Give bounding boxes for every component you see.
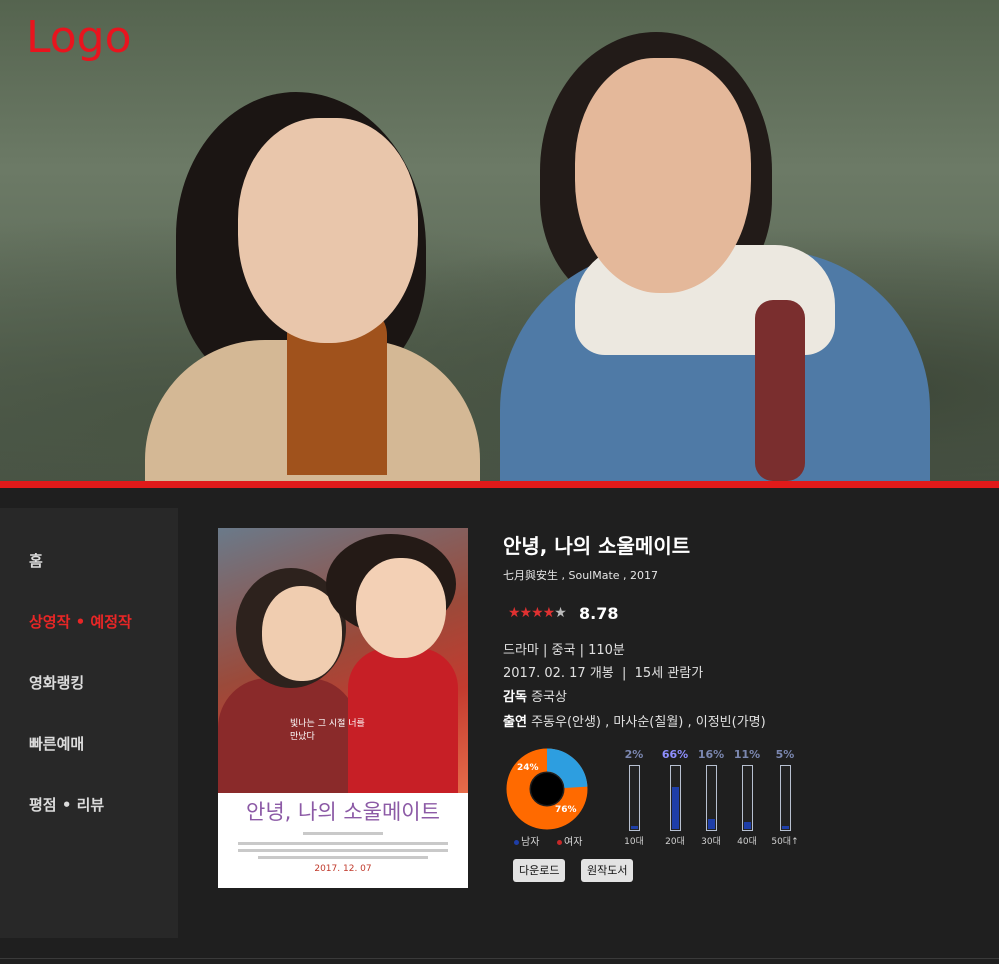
poster-photo-face-right (356, 558, 446, 658)
age-bar-column: 11% 40대 (732, 748, 762, 847)
poster-title: 안녕, 나의 소울메이트 (246, 800, 440, 824)
accent-divider (0, 481, 999, 488)
age-bar-track (780, 765, 791, 831)
movie-director-line: 감독 증국상 (503, 686, 567, 705)
legend-dot-male (514, 839, 519, 845)
star-rating: ★★★★★ (508, 605, 567, 621)
donut-label-male: 24% (517, 763, 539, 773)
age-bar-column: 2% 10대 (619, 748, 649, 847)
sidebar-item-reviews[interactable]: 평점 • 리뷰 (29, 794, 104, 815)
poster-date: 2017. 12. 07 (314, 864, 372, 874)
director-label: 감독 (503, 690, 527, 705)
age-bar-label: 40대 (737, 837, 757, 847)
legend-male: 남자 (514, 833, 539, 848)
cast-names: 주동우(안생) , 마사순(칠월) , 이정빈(가명) (531, 715, 766, 730)
poster-credits-line (238, 842, 448, 845)
age-bar-track (670, 765, 681, 831)
movie-title: 안녕, 나의 소울메이트 (503, 534, 691, 558)
age-bar-column: 16% 30대 (696, 748, 726, 847)
age-bar-percent: 11% (733, 748, 761, 761)
logo[interactable]: Logo (26, 12, 132, 63)
rating-score: 8.78 (579, 604, 619, 623)
age-bar-label: 50대↑ (771, 837, 799, 847)
age-bar-fill (782, 826, 789, 829)
movie-cast-line: 출연 주동우(안생) , 마사순(칠월) , 이정빈(가명) (503, 711, 766, 730)
cast-label: 출연 (503, 715, 527, 730)
age-bar-column: 5% 50대↑ (770, 748, 800, 847)
age-bar-track (742, 765, 753, 831)
age-bar-track (629, 765, 640, 831)
donut-label-female: 76% (555, 805, 577, 815)
star-icons: ★★★★ (508, 605, 555, 621)
legend-male-label: 남자 (521, 837, 540, 848)
movie-original-titles: 七月與安生 , SoulMate , 2017 (503, 569, 659, 582)
sidebar: 홈 상영작 • 예정작 영화랭킹 빠른예매 평점 • 리뷰 (0, 508, 178, 938)
legend-female-label: 여자 (564, 837, 583, 848)
age-bar-track (706, 765, 717, 831)
donut-hole (531, 773, 563, 805)
age-bar-percent: 16% (697, 748, 725, 761)
footer-divider (0, 958, 999, 959)
hero-photo-backpack-strap (755, 300, 805, 481)
hero-photo-person-right-face (575, 58, 751, 293)
director-name: 증국상 (531, 690, 567, 705)
age-bar-fill (672, 787, 679, 829)
sidebar-item-home[interactable]: 홈 (29, 550, 43, 571)
age-bar-percent: 5% (775, 748, 795, 761)
sidebar-item-now-showing[interactable]: 상영작 • 예정작 (29, 611, 132, 632)
age-bar-percent: 2% (624, 748, 644, 761)
age-bar-fill (744, 822, 751, 829)
star-half-icon: ★ (554, 605, 567, 621)
gender-donut-chart: 24% 76% (506, 748, 588, 830)
movie-release-line: 2017. 02. 17 개봉 | 15세 관람가 (503, 666, 704, 681)
hero-banner: Logo (0, 0, 999, 481)
sidebar-item-quick-booking[interactable]: 빠른예매 (29, 733, 84, 754)
movie-genre-line: 드라마 | 중국 | 110분 (503, 643, 625, 658)
poster-tagline: 빛나는 그 시절 너를 만났다 (290, 719, 365, 742)
poster-credits-line (303, 832, 383, 835)
poster-credits-line (238, 849, 448, 852)
poster-credits-line (258, 856, 428, 859)
age-bar-percent: 66% (661, 748, 689, 761)
age-bar-fill (631, 826, 638, 829)
age-bar-column: 66% 20대 (660, 748, 690, 847)
legend-dot-female (557, 839, 562, 845)
movie-poster[interactable]: 빛나는 그 시절 너를 만났다 안녕, 나의 소울메이트 2017. 12. 0… (218, 528, 468, 888)
hero-photo-person-left-face (238, 118, 418, 343)
sidebar-item-ranking[interactable]: 영화랭킹 (29, 672, 84, 693)
download-button[interactable]: 다운로드 (513, 859, 566, 882)
original-book-button[interactable]: 원작도서 (581, 859, 634, 882)
legend-female: 여자 (557, 833, 582, 848)
age-bar-label: 10대 (624, 837, 644, 847)
age-bar-fill (708, 819, 715, 829)
